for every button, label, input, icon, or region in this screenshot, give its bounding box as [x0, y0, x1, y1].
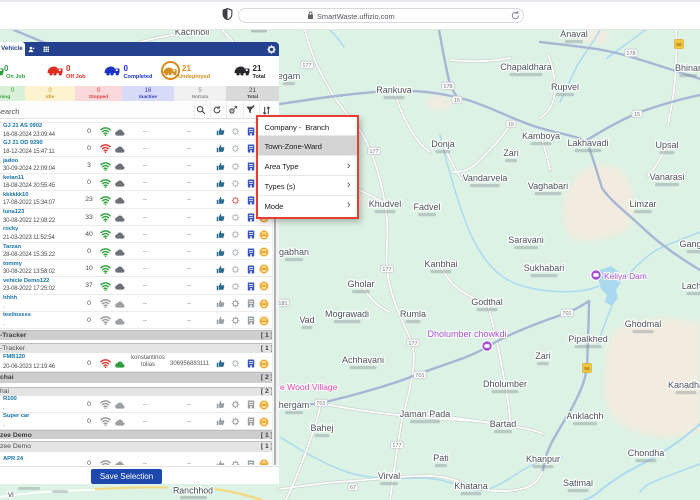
- svg-text:Limzar: Limzar: [629, 199, 656, 209]
- svg-text:177: 177: [382, 267, 391, 273]
- svg-text:177: 177: [302, 63, 311, 69]
- svg-text:Satimal: Satimal: [563, 478, 593, 488]
- svg-text:Anaval: Anaval: [560, 30, 588, 39]
- svg-text:56: 56: [676, 42, 682, 48]
- svg-text:67: 67: [350, 485, 356, 491]
- svg-text:177: 177: [369, 149, 378, 155]
- svg-text:Kanbhai: Kanbhai: [424, 259, 457, 269]
- svg-text:Rumla: Rumla: [400, 309, 426, 319]
- svg-text:181: 181: [278, 301, 287, 307]
- svg-text:Rankuva: Rankuva: [376, 85, 412, 95]
- svg-text:Pipalkhed: Pipalkhed: [568, 334, 608, 344]
- svg-text:Jaman Pada: Jaman Pada: [400, 409, 451, 419]
- svg-text:177: 177: [392, 443, 401, 449]
- svg-text:Khudvel: Khudvel: [369, 199, 402, 209]
- svg-text:Pati: Pati: [433, 453, 449, 463]
- svg-text:e Wood Village: e Wood Village: [280, 382, 338, 392]
- svg-text:Sukhabari: Sukhabari: [524, 263, 565, 273]
- svg-text:Gangpur: Gangpur: [679, 239, 700, 249]
- svg-text:gabhan: gabhan: [279, 247, 309, 257]
- svg-text:Kanadha: Kanadha: [668, 380, 700, 390]
- svg-text:Lachh: Lachh: [682, 281, 700, 291]
- svg-text:701: 701: [415, 373, 424, 379]
- svg-text:Bartad: Bartad: [490, 419, 517, 429]
- svg-text:Dholumber chowkdi: Dholumber chowkdi: [427, 329, 506, 339]
- svg-text:Achhavani: Achhavani: [342, 355, 384, 365]
- svg-text:Vandarvela: Vandarvela: [463, 173, 508, 183]
- svg-text:56: 56: [584, 366, 590, 372]
- svg-text:Godthal: Godthal: [471, 297, 503, 307]
- svg-text:178: 178: [626, 51, 635, 57]
- svg-text:177: 177: [408, 341, 417, 347]
- svg-text:15: 15: [634, 112, 640, 118]
- svg-text:Mograwadi: Mograwadi: [325, 309, 369, 319]
- svg-text:Upsal: Upsal: [655, 140, 678, 150]
- svg-text:Saravani: Saravani: [508, 235, 544, 245]
- svg-text:egam: egam: [278, 71, 301, 81]
- svg-text:Ghodmal: Ghodmal: [625, 319, 662, 329]
- svg-text:Dholumber: Dholumber: [483, 379, 527, 389]
- svg-text:Khatana: Khatana: [454, 481, 488, 491]
- svg-text:Keliya Dam: Keliya Dam: [604, 271, 647, 281]
- svg-text:Fadvel: Fadvel: [413, 202, 440, 212]
- svg-text:Donja: Donja: [431, 139, 455, 149]
- svg-text:Anklachh: Anklachh: [566, 411, 603, 421]
- svg-text:Lakhavadi: Lakhavadi: [567, 138, 608, 148]
- svg-text:701: 701: [316, 401, 325, 407]
- svg-text:Vad: Vad: [299, 315, 314, 325]
- svg-text:Khanpur: Khanpur: [526, 454, 560, 464]
- svg-text:701: 701: [562, 311, 571, 317]
- svg-text:Ranchhod: Ranchhod: [173, 486, 213, 496]
- svg-text:178: 178: [443, 84, 452, 90]
- svg-text:15: 15: [454, 98, 460, 104]
- svg-text:Kamboya: Kamboya: [522, 131, 560, 141]
- svg-text:15: 15: [508, 122, 514, 128]
- svg-text:Bhinar: Bhinar: [675, 63, 700, 73]
- svg-text:Chondha: Chondha: [628, 448, 665, 458]
- svg-text:Gholar: Gholar: [347, 279, 374, 289]
- svg-text:Vanarasi: Vanarasi: [650, 172, 685, 182]
- svg-text:Bahej: Bahej: [310, 423, 333, 433]
- svg-text:hergam: hergam: [279, 400, 310, 410]
- svg-text:Kachnoli: Kachnoli: [175, 30, 210, 37]
- svg-text:Vaghabari: Vaghabari: [528, 181, 568, 191]
- svg-text:Virval: Virval: [378, 471, 400, 481]
- svg-text:vi: vi: [8, 490, 14, 499]
- svg-text:Rupvel: Rupvel: [551, 82, 579, 92]
- svg-text:Zari: Zari: [535, 351, 551, 361]
- svg-text:Zari: Zari: [503, 148, 519, 158]
- svg-text:Chapaldhara: Chapaldhara: [500, 62, 552, 72]
